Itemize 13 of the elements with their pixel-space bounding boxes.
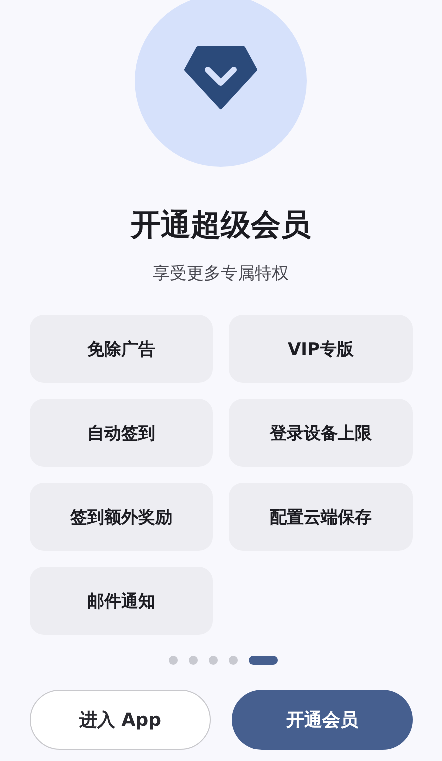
benefit-card: 登录设备上限 <box>229 399 413 467</box>
benefit-card: 邮件通知 <box>30 567 213 635</box>
subtitle: 享受更多专属特权 <box>153 263 289 285</box>
benefit-card: 自动签到 <box>30 399 213 467</box>
subscribe-button[interactable]: 开通会员 <box>232 690 413 750</box>
benefit-card: 签到额外奖励 <box>30 483 213 551</box>
benefit-card: 免除广告 <box>30 315 213 383</box>
page-indicator[interactable] <box>248 656 278 665</box>
benefit-card: VIP专版 <box>229 315 413 383</box>
benefit-card: 配置云端保存 <box>229 483 413 551</box>
diamond-icon <box>184 46 258 110</box>
enter-app-button[interactable]: 进入 App <box>30 690 211 750</box>
title: 开通超级会员 <box>131 207 311 245</box>
